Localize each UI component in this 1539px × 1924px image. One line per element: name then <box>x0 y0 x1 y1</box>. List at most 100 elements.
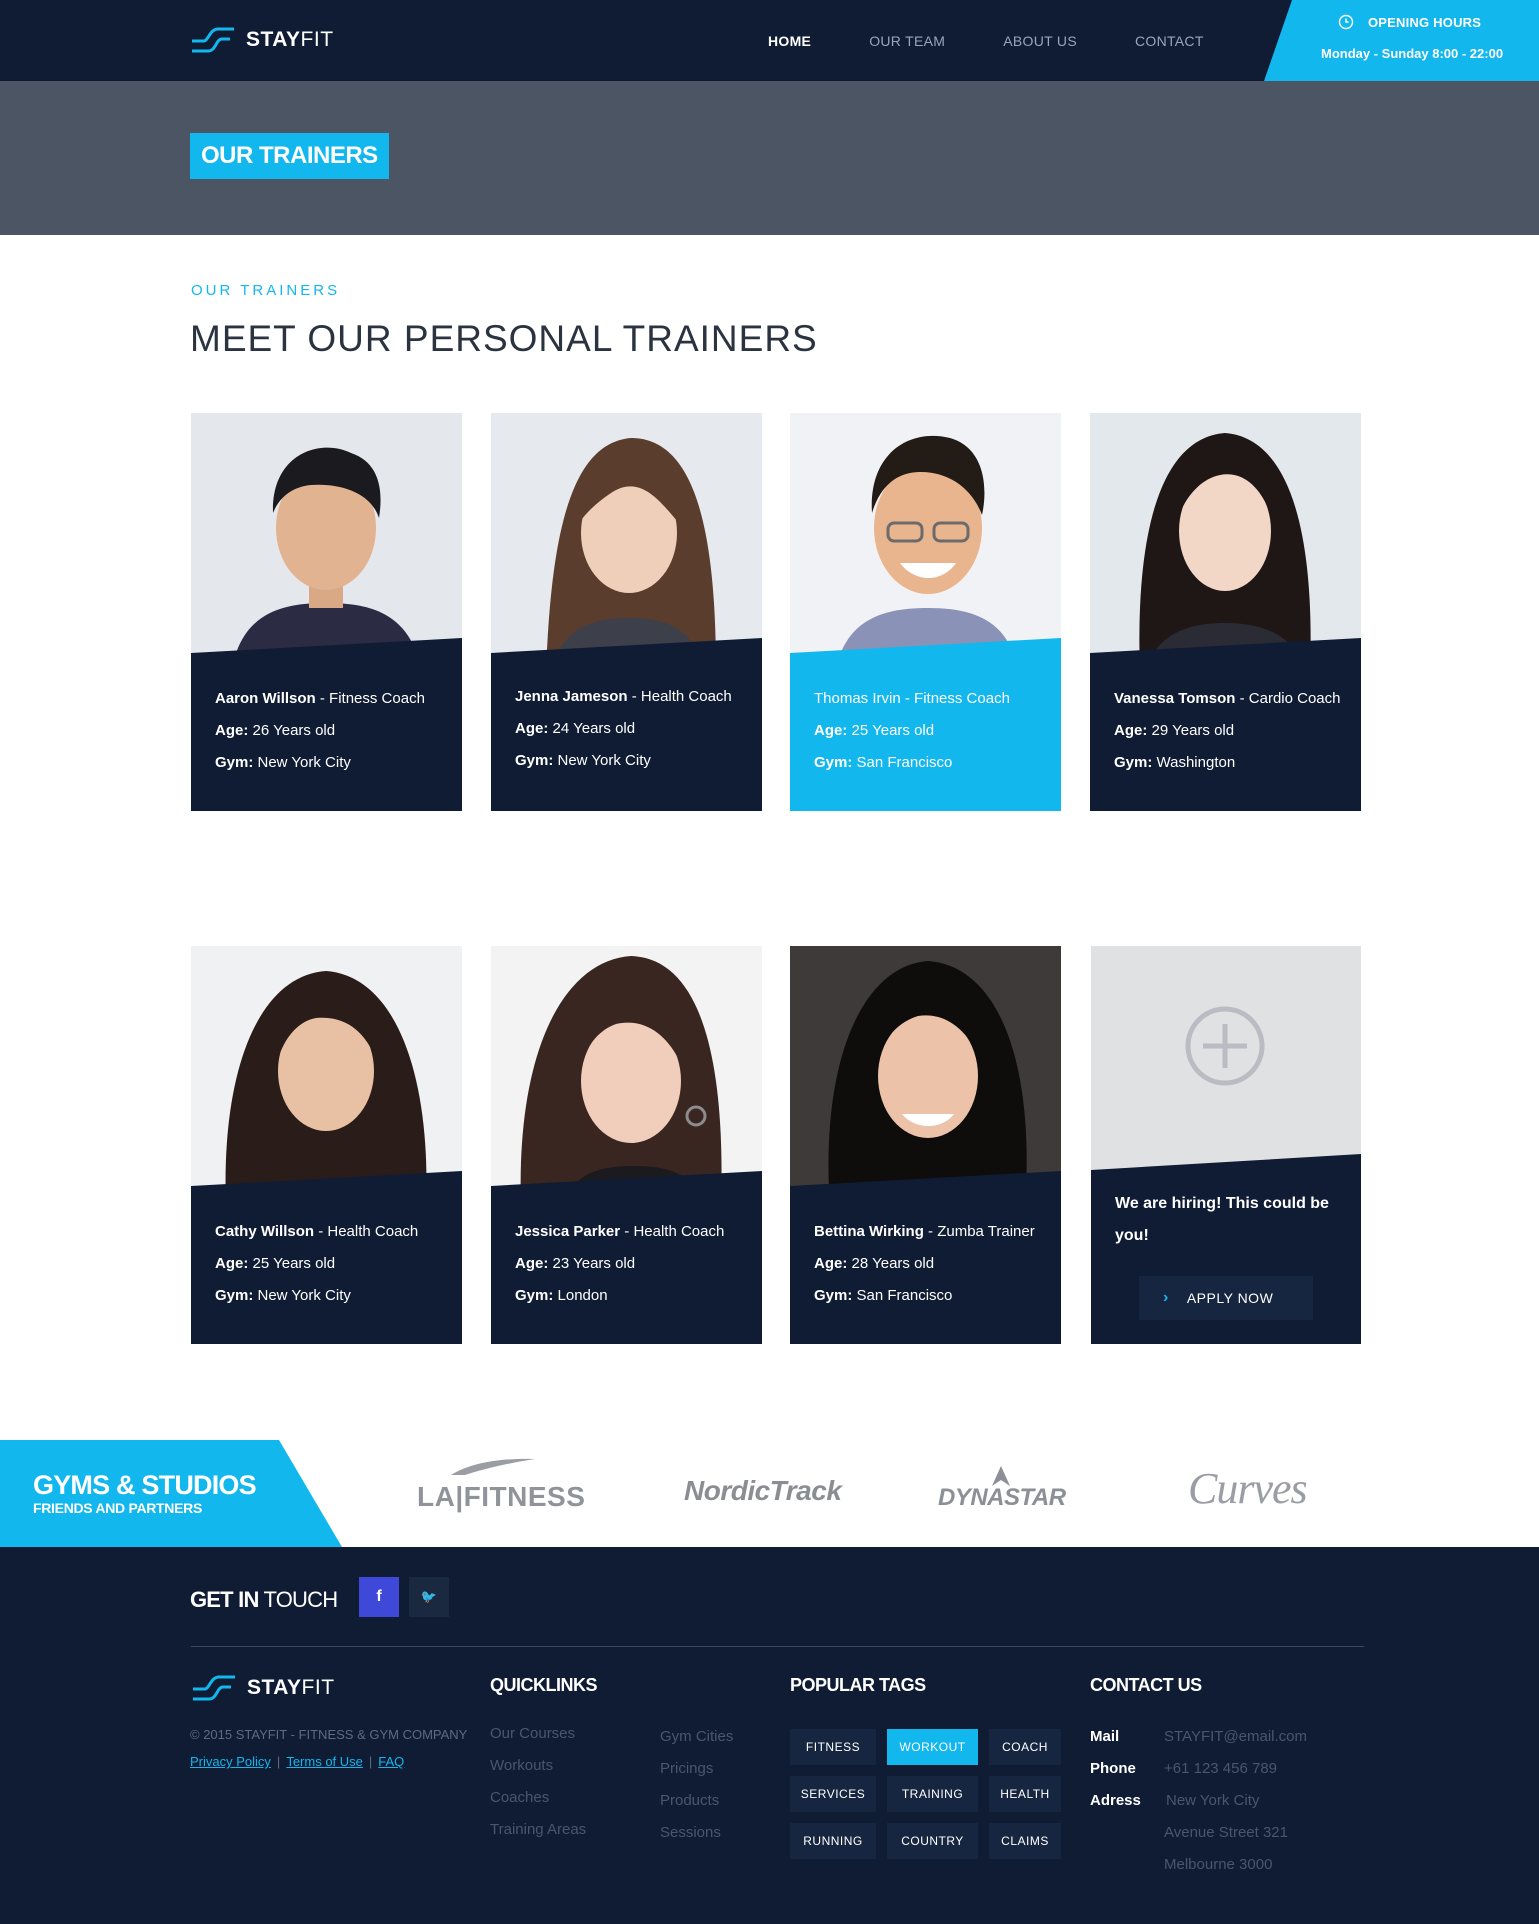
trainer-gym: Washington <box>1152 754 1236 771</box>
trainer-age-row: Age: 25 Years old <box>215 1255 336 1272</box>
privacy-policy-link[interactable]: Privacy Policy <box>190 1754 271 1769</box>
trainer-name-row: Bettina Wirking - Zumba Trainer <box>814 1216 1035 1248</box>
hiring-card: We are hiring! This could be you! › APPL… <box>1091 946 1361 1344</box>
trainer-age-row: Age: 26 Years old <box>215 722 336 739</box>
trainer-gym-row: Gym: New York City <box>215 754 351 771</box>
plus-circle-icon[interactable] <box>1185 1006 1265 1086</box>
trainer-info: Jessica Parker - Health Coach Age: 23 Ye… <box>515 1216 724 1312</box>
trainer-name: Thomas Irvin <box>814 690 901 707</box>
logo-mark-icon <box>192 27 234 53</box>
trainer-photo <box>191 413 462 673</box>
trainer-name: Cathy Willson <box>215 1223 315 1240</box>
logo-text: STAYFIT <box>247 1676 335 1699</box>
trainer-age: 25 Years old <box>248 1255 336 1272</box>
trainer-gym-row: Gym: Washington <box>1114 754 1236 771</box>
tag[interactable]: RUNNING <box>790 1823 876 1859</box>
quicklink[interactable]: Training Areas <box>490 1814 586 1846</box>
terms-of-use-link[interactable]: Terms of Use <box>286 1754 363 1769</box>
trainer-role: - Cardio Coach <box>1235 690 1341 707</box>
logo-mark-icon <box>193 1675 235 1701</box>
trainer-gym-row: Gym: New York City <box>515 752 651 769</box>
trainer-gym: New York City <box>253 1287 351 1304</box>
trainer-role: - Health Coach <box>620 1223 725 1240</box>
main-nav: HOME OUR TEAM ABOUT US CONTACT <box>768 0 1262 81</box>
trainer-role: - Fitness Coach <box>900 690 1010 707</box>
tag[interactable]: COACH <box>989 1729 1061 1765</box>
nav-our-team[interactable]: OUR TEAM <box>869 33 945 49</box>
trainer-info: Thomas Irvin - Fitness Coach Age: 25 Yea… <box>814 683 1010 779</box>
quicklinks-col-2: Gym Cities Pricings Products Sessions <box>660 1721 733 1849</box>
partner-logo-text: Curves <box>1188 1464 1308 1513</box>
trainer-card[interactable]: Jenna Jameson - Health Coach Age: 24 Yea… <box>491 413 762 811</box>
trainer-name: Vanessa Tomson <box>1114 690 1236 707</box>
tag[interactable]: TRAINING <box>887 1776 978 1812</box>
trainer-role: - Zumba Trainer <box>923 1223 1035 1240</box>
popular-tags-title: POPULAR TAGS <box>790 1675 926 1695</box>
trainer-age-row: Age: 28 Years old <box>814 1255 935 1272</box>
trainer-age: 29 Years old <box>1147 722 1235 739</box>
trainer-age: 24 Years old <box>548 720 636 737</box>
facebook-button[interactable]: f <box>359 1577 399 1617</box>
quicklink[interactable]: Pricings <box>660 1753 733 1785</box>
partners-title: GYMS & STUDIOS <box>33 1470 257 1500</box>
lafitness-swoosh-icon <box>451 1458 535 1475</box>
twitter-button[interactable]: 🐦 <box>409 1577 449 1617</box>
mail-label: Mail <box>1090 1728 1120 1745</box>
trainer-gym-row: Gym: San Francisco <box>814 1287 953 1304</box>
footer-logo[interactable]: STAYFIT <box>191 1673 335 1703</box>
quicklink[interactable]: Our Courses <box>490 1718 586 1750</box>
nav-home[interactable]: HOME <box>768 33 811 49</box>
nav-contact[interactable]: CONTACT <box>1135 33 1204 49</box>
trainer-name: Jessica Parker <box>515 1223 621 1240</box>
trainer-age: 23 Years old <box>548 1255 636 1272</box>
faq-link[interactable]: FAQ <box>378 1754 404 1769</box>
legal-links: Privacy Policy | Terms of Use | FAQ <box>190 1754 405 1769</box>
trainer-card[interactable]: Vanessa Tomson - Cardio Coach Age: 29 Ye… <box>1090 413 1361 811</box>
tag-active[interactable]: WORKOUT <box>887 1729 978 1765</box>
trainer-age: 26 Years old <box>248 722 336 739</box>
trainer-card[interactable]: Cathy Willson - Health Coach Age: 25 Yea… <box>191 946 462 1344</box>
trainer-name-row: Jessica Parker - Health Coach <box>515 1216 724 1248</box>
get-in-touch-title: GET IN TOUCH <box>190 1587 338 1612</box>
quicklink[interactable]: Sessions <box>660 1817 733 1849</box>
quicklinks-col-1: Our Courses Workouts Coaches Training Ar… <box>490 1718 586 1846</box>
trainer-name: Aaron Willson <box>215 690 316 707</box>
section-title: MEET OUR PERSONAL TRAINERS <box>190 318 818 359</box>
trainer-info: Cathy Willson - Health Coach Age: 25 Yea… <box>215 1216 418 1312</box>
trainer-info: Bettina Wirking - Zumba Trainer Age: 28 … <box>814 1216 1035 1312</box>
trainer-card-active[interactable]: Thomas Irvin - Fitness Coach Age: 25 Yea… <box>790 413 1061 811</box>
chevron-right-icon: › <box>1163 1289 1169 1306</box>
partner-logo-curves[interactable]: Curves <box>1188 1463 1308 1514</box>
trainer-info: Aaron Willson - Fitness Coach Age: 26 Ye… <box>215 683 425 779</box>
nav-about-us[interactable]: ABOUT US <box>1003 33 1077 49</box>
partner-logo-text: LA|FITNESS <box>417 1481 586 1512</box>
tag[interactable]: CLAIMS <box>989 1823 1061 1859</box>
trainer-card[interactable]: Jessica Parker - Health Coach Age: 23 Ye… <box>491 946 762 1344</box>
quicklink[interactable]: Gym Cities <box>660 1721 733 1753</box>
contact-us-title: CONTACT US <box>1090 1675 1202 1695</box>
address-line: New York City <box>1166 1792 1260 1809</box>
trainer-card[interactable]: Aaron Willson - Fitness Coach Age: 26 Ye… <box>191 413 462 811</box>
hiring-text: We are hiring! This could be you! <box>1115 1195 1329 1244</box>
phone-value[interactable]: +61 123 456 789 <box>1164 1753 1307 1785</box>
tag[interactable]: HEALTH <box>989 1776 1061 1812</box>
quicklink[interactable]: Coaches <box>490 1782 586 1814</box>
stayfit-logo[interactable]: STAYFIT <box>190 25 334 55</box>
trainer-name-row: Thomas Irvin - Fitness Coach <box>814 683 1010 715</box>
trainer-photo <box>790 413 1061 673</box>
trainer-card[interactable]: Bettina Wirking - Zumba Trainer Age: 28 … <box>790 946 1061 1344</box>
mail-value[interactable]: STAYFIT@email.com <box>1164 1721 1307 1753</box>
apply-now-button[interactable]: › APPLY NOW <box>1139 1276 1313 1320</box>
trainer-role: - Fitness Coach <box>315 690 425 707</box>
tag[interactable]: COUNTRY <box>887 1823 978 1859</box>
tag[interactable]: SERVICES <box>790 1776 876 1812</box>
apply-now-label: APPLY NOW <box>1186 1290 1274 1306</box>
quicklink[interactable]: Workouts <box>490 1750 586 1782</box>
quicklink[interactable]: Products <box>660 1785 733 1817</box>
trainer-info: Jenna Jameson - Health Coach Age: 24 Yea… <box>515 681 732 777</box>
quicklinks-title: QUICKLINKS <box>490 1675 598 1695</box>
page-banner: OUR TRAINERS <box>0 81 1539 235</box>
trainer-name-row: Aaron Willson - Fitness Coach <box>215 683 425 715</box>
partner-logo-nordictrack[interactable]: NordicTrack <box>684 1475 842 1507</box>
tag[interactable]: FITNESS <box>790 1729 876 1765</box>
